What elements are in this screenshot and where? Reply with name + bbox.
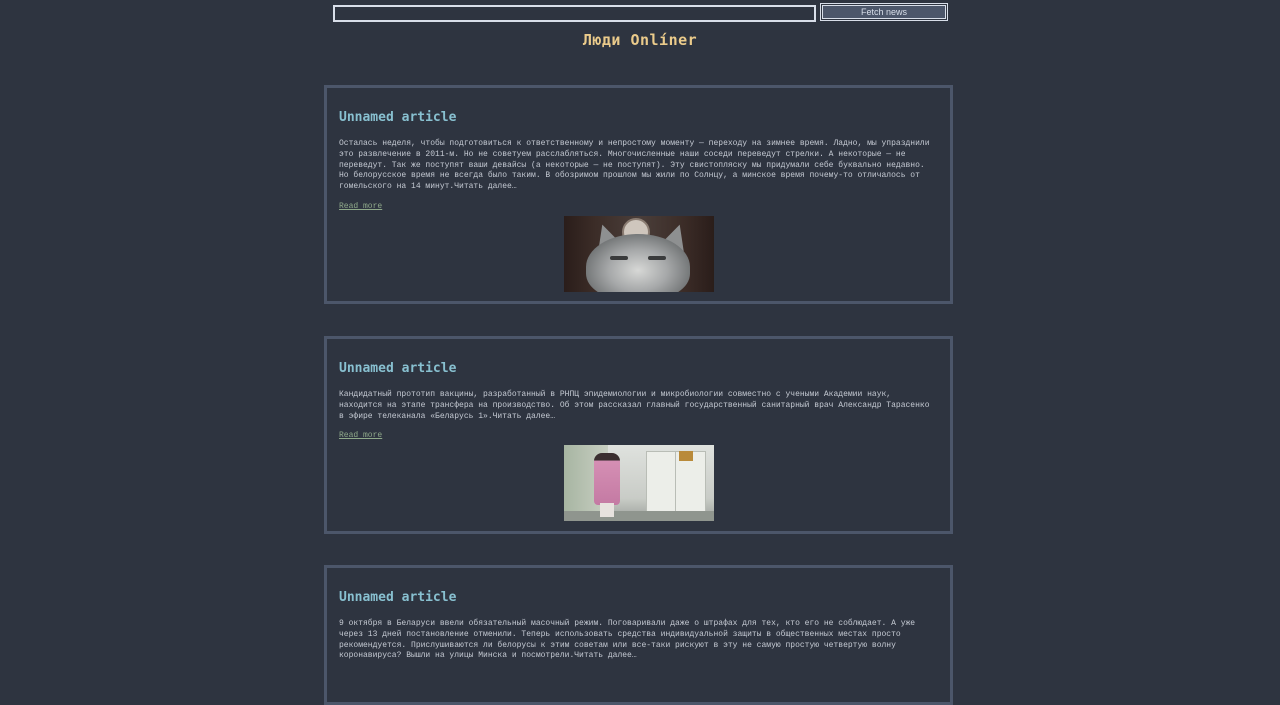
article-title: Unnamed article — [339, 361, 457, 376]
cat-eye-left — [609, 255, 628, 260]
cat-eye-right — [647, 255, 666, 260]
url-input[interactable] — [333, 5, 816, 22]
article-card: Unnamed article 9 октября в Беларуси вве… — [324, 565, 953, 705]
read-more-link[interactable]: Read more — [339, 202, 382, 211]
door-sign — [678, 451, 693, 462]
article-image — [563, 445, 714, 522]
floor-shape — [563, 511, 714, 522]
article-image — [563, 215, 714, 292]
article-title: Unnamed article — [339, 590, 457, 605]
article-card: Unnamed article Осталась неделя, чтобы п… — [324, 85, 953, 304]
article-title: Unnamed article — [339, 110, 457, 125]
person-legs — [599, 503, 614, 518]
fetch-news-button[interactable]: Fetch news — [821, 4, 947, 20]
person-figure — [593, 453, 620, 506]
door-shape — [645, 451, 706, 516]
read-more-link[interactable]: Read more — [339, 431, 382, 440]
top-bar: Fetch news — [333, 4, 950, 22]
article-body: 9 октября в Беларуси ввели обязательный … — [339, 619, 916, 661]
cat-face — [585, 233, 690, 292]
article-card: Unnamed article Кандидатный прототип вак… — [324, 336, 953, 534]
door-line — [674, 451, 676, 514]
article-body: Осталась неделя, чтобы подготовиться к о… — [339, 139, 930, 192]
site-title: Люди Onlíner — [582, 31, 698, 49]
article-body: Кандидатный прототип вакцины, разработан… — [339, 390, 930, 421]
